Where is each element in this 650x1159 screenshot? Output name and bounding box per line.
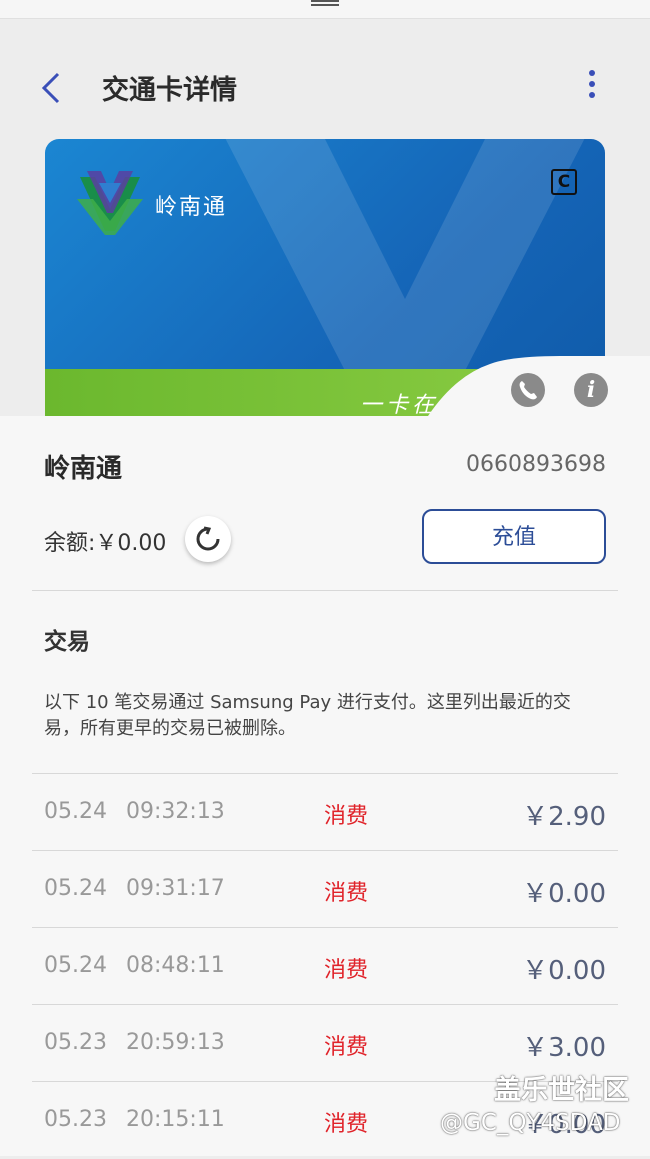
drag-handle-icon (311, 0, 339, 6)
transactions-description: 以下 10 笔交易通过 Samsung Pay 进行支付。这里列出最近的交易，所… (44, 692, 571, 739)
transaction-date: 05.24 (44, 953, 107, 978)
transaction-time: 20:59:13 (126, 1030, 225, 1055)
divider (32, 590, 618, 591)
info-icon[interactable]: i (574, 373, 608, 407)
transaction-amount: ￥3.00 (522, 1033, 606, 1063)
back-arrow-icon[interactable] (38, 70, 68, 106)
transaction-time: 09:31:17 (126, 876, 225, 901)
transaction-type: 消费 (324, 958, 369, 983)
transaction-type: 消费 (324, 1035, 369, 1060)
transaction-row: 05.24 09:32:13 消费 ￥2.90 (32, 773, 618, 851)
transaction-row: 05.24 09:31:17 消费 ￥0.00 (32, 850, 618, 928)
top-app-bar: 交通卡详情 (0, 18, 650, 138)
transaction-amount: ￥0.00 (522, 879, 606, 909)
transaction-date: 05.23 (44, 1030, 107, 1055)
transaction-type: 消费 (324, 881, 369, 906)
balance-text: 余额:￥0.00 (44, 531, 167, 556)
transaction-date: 05.24 (44, 876, 107, 901)
transaction-row: 05.24 08:48:11 消费 ￥0.00 (32, 927, 618, 1005)
transaction-time: 08:48:11 (126, 953, 225, 978)
card-c-badge: C (551, 169, 577, 195)
transaction-type: 消费 (324, 1112, 369, 1137)
watermark-community: 盖乐世社区 (494, 1075, 629, 1106)
transaction-type: 消费 (324, 804, 369, 829)
status-handle (0, 0, 650, 19)
transaction-amount: ￥2.90 (522, 802, 606, 832)
card-name: 岭南通 (44, 454, 123, 484)
transaction-date: 05.24 (44, 799, 107, 824)
transaction-amount: ￥0.00 (522, 956, 606, 986)
refresh-icon[interactable] (185, 516, 231, 562)
topup-button[interactable]: 充值 (422, 509, 606, 564)
card-number: 0660893698 (466, 452, 606, 477)
lingnantong-logo-icon (77, 171, 143, 235)
transaction-time: 20:15:11 (126, 1107, 225, 1132)
transaction-time: 09:32:13 (126, 799, 225, 824)
card-brand-text: 岭南通 (155, 195, 228, 220)
phone-icon[interactable] (511, 373, 545, 407)
transaction-date: 05.23 (44, 1107, 107, 1132)
transactions-heading: 交易 (44, 629, 90, 655)
page-title: 交通卡详情 (102, 75, 237, 106)
more-vertical-icon[interactable] (580, 70, 604, 106)
watermark-handle: @GC_QY4SDAD (440, 1110, 621, 1136)
